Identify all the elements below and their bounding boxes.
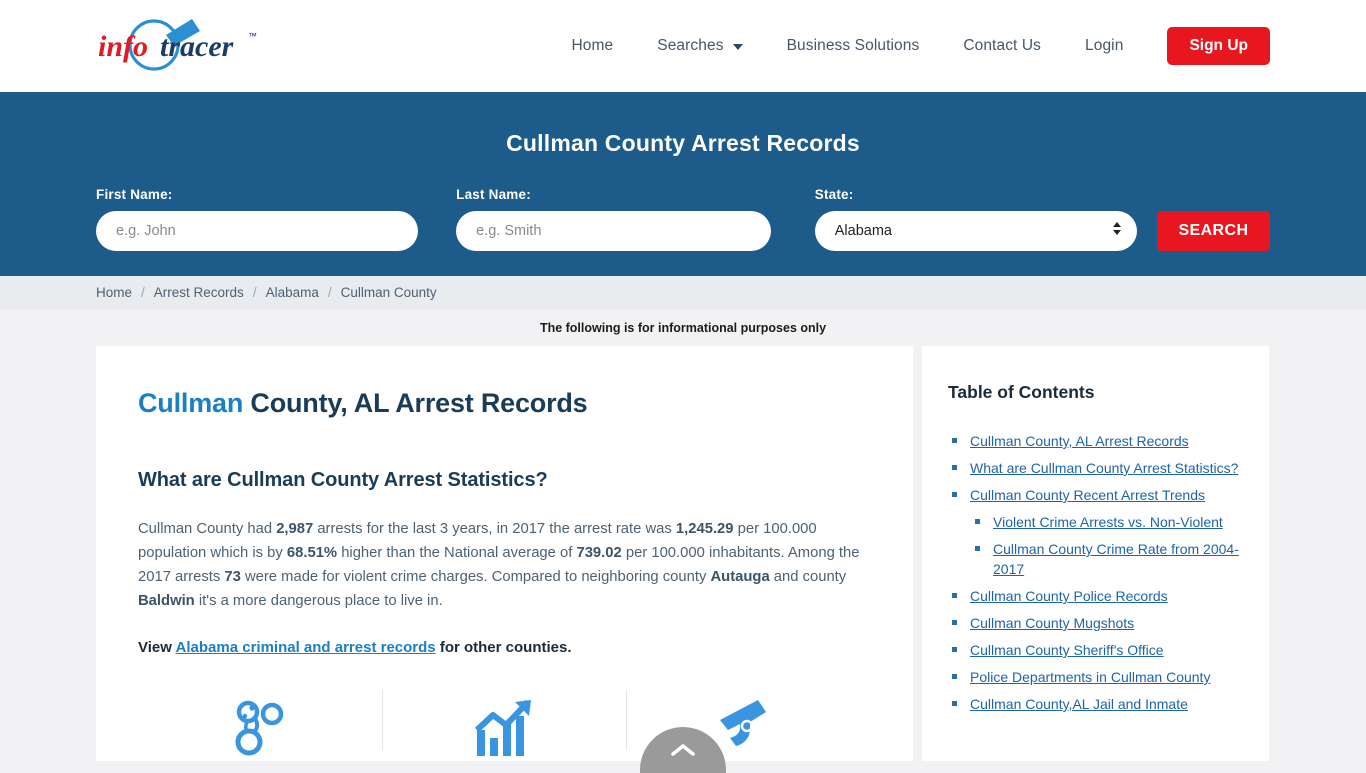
breadcrumb-item-cullman-county: Cullman County [340,285,437,300]
toc-item[interactable]: Police Departments in Cullman County [948,667,1243,687]
toc-item[interactable]: Cullman County Mugshots [948,613,1243,633]
magnifier-icon: info tracer ™ [98,19,257,71]
gun-icon [720,700,767,746]
stat-national-average: 739.02 [576,545,622,561]
stat-text-1: Cullman County had [138,521,277,537]
toc-link-crime-rate-2004-2017[interactable]: Cullman County Crime Rate from 2004-2017 [993,541,1239,577]
view-suffix: for other counties. [435,639,572,656]
svg-text:tracer: tracer [160,30,234,63]
toc-item[interactable]: What are Cullman County Arrest Statistic… [948,458,1243,478]
nav-label-contact-us: Contact Us [963,37,1041,54]
breadcrumb-separator: / [141,285,145,300]
sign-up-button[interactable]: Sign Up [1167,27,1270,65]
stat-text-2: arrests for the last 3 years, in 2017 th… [313,521,676,537]
first-name-field-group: First Name: [96,187,419,251]
svg-text:info: info [98,30,148,63]
view-prefix: View [138,639,176,656]
nav-item-searches[interactable]: Searches [635,37,764,55]
view-other-counties-line: View Alabama criminal and arrest records… [138,639,871,656]
stat-county-autauga: Autauga [710,569,770,585]
toc-link-police-departments[interactable]: Police Departments in Cullman County [970,669,1210,685]
stat-violent-arrests: 73 [224,569,241,585]
toc-link-mugshots[interactable]: Cullman County Mugshots [970,615,1134,631]
state-label: State: [814,187,854,202]
stat-text-6: were made for violent crime charges. Com… [240,569,711,585]
first-name-label: First Name: [96,187,173,202]
breadcrumb-separator: / [327,285,332,300]
stat-arrests-total: 2,987 [276,521,314,537]
toc-link-arrest-records[interactable]: Cullman County, AL Arrest Records [970,433,1189,449]
last-name-input[interactable] [456,211,771,251]
stat-text-8: it's a more dangerous place to live in. [194,593,443,609]
last-name-label: Last Name: [456,187,531,202]
chevron-up-icon [671,744,695,756]
stat-text-7: and county [769,569,847,585]
toc-link-arrest-statistics[interactable]: What are Cullman County Arrest Statistic… [970,460,1238,476]
breadcrumb-separator: / [252,285,257,300]
search-button[interactable]: SEARCH [1156,211,1270,251]
toc-link-jail-and-inmate[interactable]: Cullman County,AL Jail and Inmate [970,696,1188,712]
nav-item-login[interactable]: Login [1063,37,1145,55]
informational-notice: The following is for informational purpo… [0,309,1366,346]
breadcrumb-item-alabama[interactable]: Alabama [266,285,319,300]
alabama-records-link[interactable]: Alabama criminal and arrest records [176,639,436,656]
page-title: Cullman County, AL Arrest Records [138,388,871,419]
site-header: info tracer ™ Home Searches Business Sol… [0,0,1366,92]
nav-label-home: Home [571,37,614,54]
chevron-down-icon [732,44,743,50]
state-field-group: State: Alabama [814,187,1137,251]
toc-item[interactable]: Cullman County,AL Jail and Inmate [948,694,1243,714]
sidebar-card: Table of Contents Cullman County, AL Arr… [922,346,1269,761]
feature-icon-cell-handcuffs[interactable] [138,690,382,756]
toc-link-police-records[interactable]: Cullman County Police Records [970,588,1168,604]
statistics-paragraph: Cullman County had 2,987 arrests for the… [138,517,871,613]
toc-item[interactable]: Cullman County Recent Arrest Trends [948,485,1243,505]
banner-title: Cullman County Arrest Records [506,130,860,156]
toc-list: Cullman County, AL Arrest Records What a… [948,431,1243,714]
page-body: Cullman County, AL Arrest Records What a… [0,346,1366,761]
svg-text:™: ™ [248,31,257,41]
nav-item-home[interactable]: Home [550,37,636,55]
select-spinner-icon [1112,222,1121,235]
toc-subitem[interactable]: Violent Crime Arrests vs. Non-Violent [948,512,1243,532]
toc-link-violent-vs-nonviolent[interactable]: Violent Crime Arrests vs. Non-Violent [993,514,1223,530]
state-select-wrap: Alabama [814,211,1137,251]
first-name-input[interactable] [96,211,419,251]
main-content-card: Cullman County, AL Arrest Records What a… [96,346,913,761]
toc-item[interactable]: Cullman County Police Records [948,586,1243,606]
arrest-trend-chart-icon [474,699,531,756]
nav-label-business-solutions: Business Solutions [786,37,920,54]
nav-item-business-solutions[interactable]: Business Solutions [765,37,942,55]
search-form: First Name: Last Name: State: Alabama SE… [96,187,1270,251]
toc-title: Table of Contents [948,382,1095,402]
search-banner: Cullman County Arrest Records First Name… [0,92,1366,276]
stat-county-baldwin: Baldwin [138,593,195,609]
stat-text-4: higher than the National average of [337,545,577,561]
toc-subitem[interactable]: Cullman County Crime Rate from 2004-2017 [948,539,1243,579]
state-select[interactable]: Alabama [814,211,1137,251]
site-logo[interactable]: info tracer ™ [96,10,356,82]
toc-link-recent-arrest-trends[interactable]: Cullman County Recent Arrest Trends [970,487,1205,503]
feature-icon-cell-trend[interactable] [383,690,627,756]
last-name-field-group: Last Name: [456,187,771,251]
feature-icon-strip [138,690,871,756]
state-select-value: Alabama [834,223,892,239]
section-heading-statistics: What are Cullman County Arrest Statistic… [138,469,548,491]
nav-label-searches: Searches [657,37,724,54]
stat-arrest-rate: 1,245.29 [675,521,734,537]
breadcrumb: Home / Arrest Records / Alabama / Cullma… [0,276,1366,309]
page-title-rest: County, AL Arrest Records [243,388,588,418]
handcuffs-icon [235,700,284,756]
main-nav: Home Searches Business Solutions Contact… [550,27,1270,65]
breadcrumb-item-home[interactable]: Home [96,285,132,300]
breadcrumb-item-arrest-records[interactable]: Arrest Records [154,285,244,300]
toc-item[interactable]: Cullman County Sheriff's Office [948,640,1243,660]
toc-link-sheriffs-office[interactable]: Cullman County Sheriff's Office [970,642,1164,658]
stat-percent-higher: 68.51% [286,545,338,561]
toc-item[interactable]: Cullman County, AL Arrest Records [948,431,1243,451]
nav-label-login: Login [1085,37,1124,54]
nav-item-contact-us[interactable]: Contact Us [941,37,1063,55]
page-title-highlight: Cullman [138,388,244,418]
